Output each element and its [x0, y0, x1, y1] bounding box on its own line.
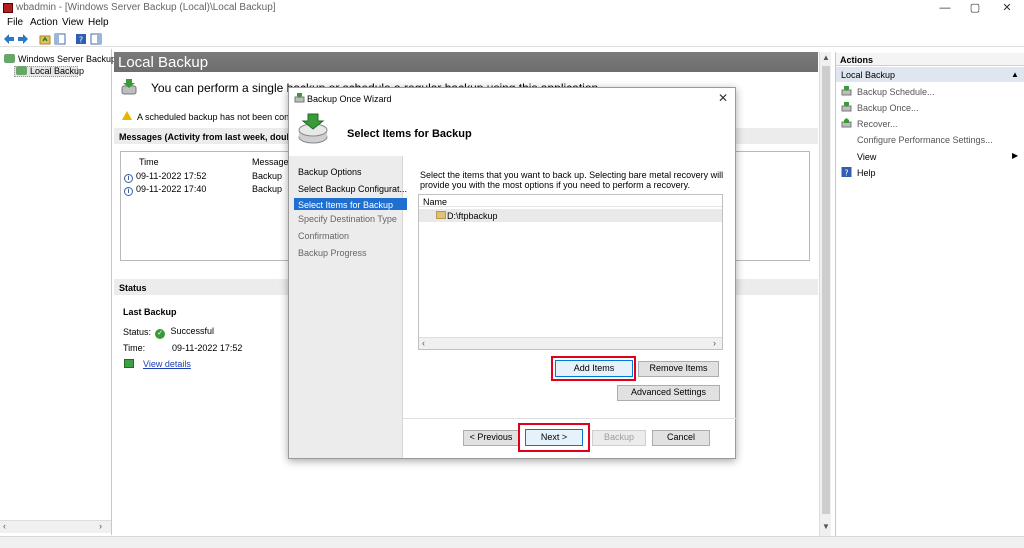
- show-hide-tree-icon[interactable]: [54, 33, 66, 45]
- info-icon: i: [124, 174, 133, 183]
- menu-action[interactable]: Action: [30, 17, 58, 28]
- nav-confirmation: Confirmation: [298, 231, 350, 241]
- scroll-left-arrow-icon[interactable]: ‹: [3, 521, 6, 531]
- help-icon[interactable]: ?: [75, 33, 87, 45]
- view-details-icon: [124, 359, 134, 368]
- list-item-label[interactable]: D:\ftpbackup: [447, 211, 498, 221]
- tree-item-local-backup[interactable]: Local Backup: [16, 66, 84, 76]
- svg-text:?: ?: [844, 169, 848, 178]
- menu-bar: File Action View Help: [0, 16, 1024, 30]
- backup-once-icon: [841, 102, 852, 112]
- up-folder-icon[interactable]: [39, 33, 51, 45]
- cancel-button[interactable]: Cancel: [652, 430, 710, 446]
- toolbar: ?: [0, 31, 1024, 47]
- action-help[interactable]: Help: [857, 168, 876, 178]
- nav-backup-options[interactable]: Backup Options: [298, 167, 362, 177]
- scroll-left-arrow-icon[interactable]: ‹: [422, 338, 425, 348]
- table-row[interactable]: i 09-11-2022 17:40: [124, 184, 206, 196]
- wizard-page-title: Select Items for Backup: [347, 128, 472, 140]
- backup-button: Backup: [592, 430, 646, 446]
- action-recover[interactable]: Recover...: [857, 119, 898, 129]
- nav-select-items-for-backup[interactable]: Select Items for Backup: [298, 200, 393, 210]
- nav-backup-progress: Backup Progress: [298, 248, 367, 258]
- scroll-down-arrow-icon[interactable]: ▼: [822, 522, 830, 531]
- scroll-up-arrow-icon[interactable]: ▲: [822, 53, 830, 62]
- collapse-arrow-icon[interactable]: ▲: [1011, 70, 1019, 79]
- last-backup-label: Last Backup: [123, 307, 177, 317]
- actions-header: Actions: [840, 55, 874, 65]
- menu-help[interactable]: Help: [88, 17, 109, 28]
- list-header: [419, 195, 722, 207]
- local-backup-icon: [16, 66, 27, 75]
- remove-items-button[interactable]: Remove Items: [638, 361, 719, 377]
- scroll-thumb[interactable]: [822, 66, 830, 514]
- next-button[interactable]: Next >: [525, 429, 583, 446]
- status-key: Status:: [123, 327, 152, 337]
- time-value: 09-11-2022 17:52: [172, 343, 243, 353]
- action-configure-performance[interactable]: Configure Performance Settings...: [857, 135, 993, 145]
- show-hide-action-pane-icon[interactable]: [90, 33, 102, 45]
- forward-arrow-icon[interactable]: [17, 33, 29, 45]
- tree-horizontal-scrollbar[interactable]: ‹ ›: [0, 520, 111, 533]
- menu-view[interactable]: View: [62, 17, 84, 28]
- folder-icon: [436, 211, 446, 219]
- backup-schedule-icon: [841, 86, 852, 96]
- warning-icon: [122, 111, 132, 120]
- success-check-icon: ✓: [155, 329, 165, 339]
- backup-drive-icon: [298, 113, 328, 144]
- pane-title: Local Backup: [118, 54, 209, 71]
- actions-section-label: Local Backup: [841, 70, 896, 80]
- status-bar: [0, 536, 1024, 548]
- status-value: ✓ Successful: [155, 326, 214, 339]
- minimize-button[interactable]: —: [930, 1, 960, 15]
- view-details-link[interactable]: View details: [143, 359, 191, 369]
- window-title: wbadmin - [Windows Server Backup (Local)…: [16, 2, 276, 13]
- title-bar: wbadmin - [Windows Server Backup (Local)…: [0, 0, 1024, 16]
- back-arrow-icon[interactable]: [3, 33, 15, 45]
- info-icon: i: [124, 187, 133, 196]
- column-header-name[interactable]: Name: [423, 197, 447, 207]
- close-window-button[interactable]: ✕: [992, 1, 1022, 15]
- action-backup-schedule[interactable]: Backup Schedule...: [857, 87, 935, 97]
- backup-intro-icon: [121, 79, 137, 95]
- advanced-settings-button[interactable]: Advanced Settings: [617, 385, 720, 401]
- dialog-close-icon[interactable]: ✕: [718, 91, 728, 105]
- app-icon: [3, 3, 13, 13]
- time-key: Time:: [123, 343, 146, 353]
- menu-file[interactable]: File: [7, 17, 23, 28]
- table-cell-message: Backup: [252, 184, 283, 194]
- recover-icon: [841, 118, 852, 128]
- nav-specify-destination-type: Specify Destination Type: [298, 214, 397, 224]
- server-backup-icon: [4, 54, 15, 63]
- svg-text:?: ?: [79, 36, 83, 45]
- table-cell-message: Backup: [252, 171, 283, 181]
- wizard-title-icon: [294, 93, 305, 103]
- scroll-right-arrow-icon[interactable]: ›: [713, 338, 716, 348]
- column-header-message[interactable]: Message: [252, 157, 289, 167]
- scroll-right-arrow-icon[interactable]: ›: [99, 521, 102, 531]
- footer-divider: [403, 418, 736, 419]
- action-backup-once[interactable]: Backup Once...: [857, 103, 919, 113]
- column-header-time[interactable]: Time: [139, 157, 159, 167]
- nav-select-backup-configuration[interactable]: Select Backup Configurat...: [298, 184, 407, 194]
- table-row[interactable]: i 09-11-2022 17:52: [124, 171, 206, 183]
- help-icon: ?: [841, 167, 852, 177]
- previous-button[interactable]: < Previous: [463, 430, 519, 446]
- console-tree: [0, 49, 112, 535]
- submenu-arrow-icon: ▶: [1012, 151, 1019, 160]
- action-view[interactable]: View: [857, 152, 876, 162]
- add-items-button[interactable]: Add Items: [555, 360, 633, 377]
- status-label: Status: [119, 283, 147, 293]
- wizard-description: Select the items that you want to back u…: [420, 170, 724, 190]
- list-horizontal-scrollbar[interactable]: ‹ ›: [419, 337, 722, 349]
- center-vertical-scrollbar[interactable]: ▲ ▼: [819, 52, 831, 536]
- tree-root-windows-server-backup[interactable]: Windows Server Backup (L: [4, 54, 127, 64]
- pane-header-band: [114, 52, 818, 72]
- maximize-button[interactable]: ▢: [960, 1, 990, 15]
- dialog-title: Backup Once Wizard: [307, 94, 392, 104]
